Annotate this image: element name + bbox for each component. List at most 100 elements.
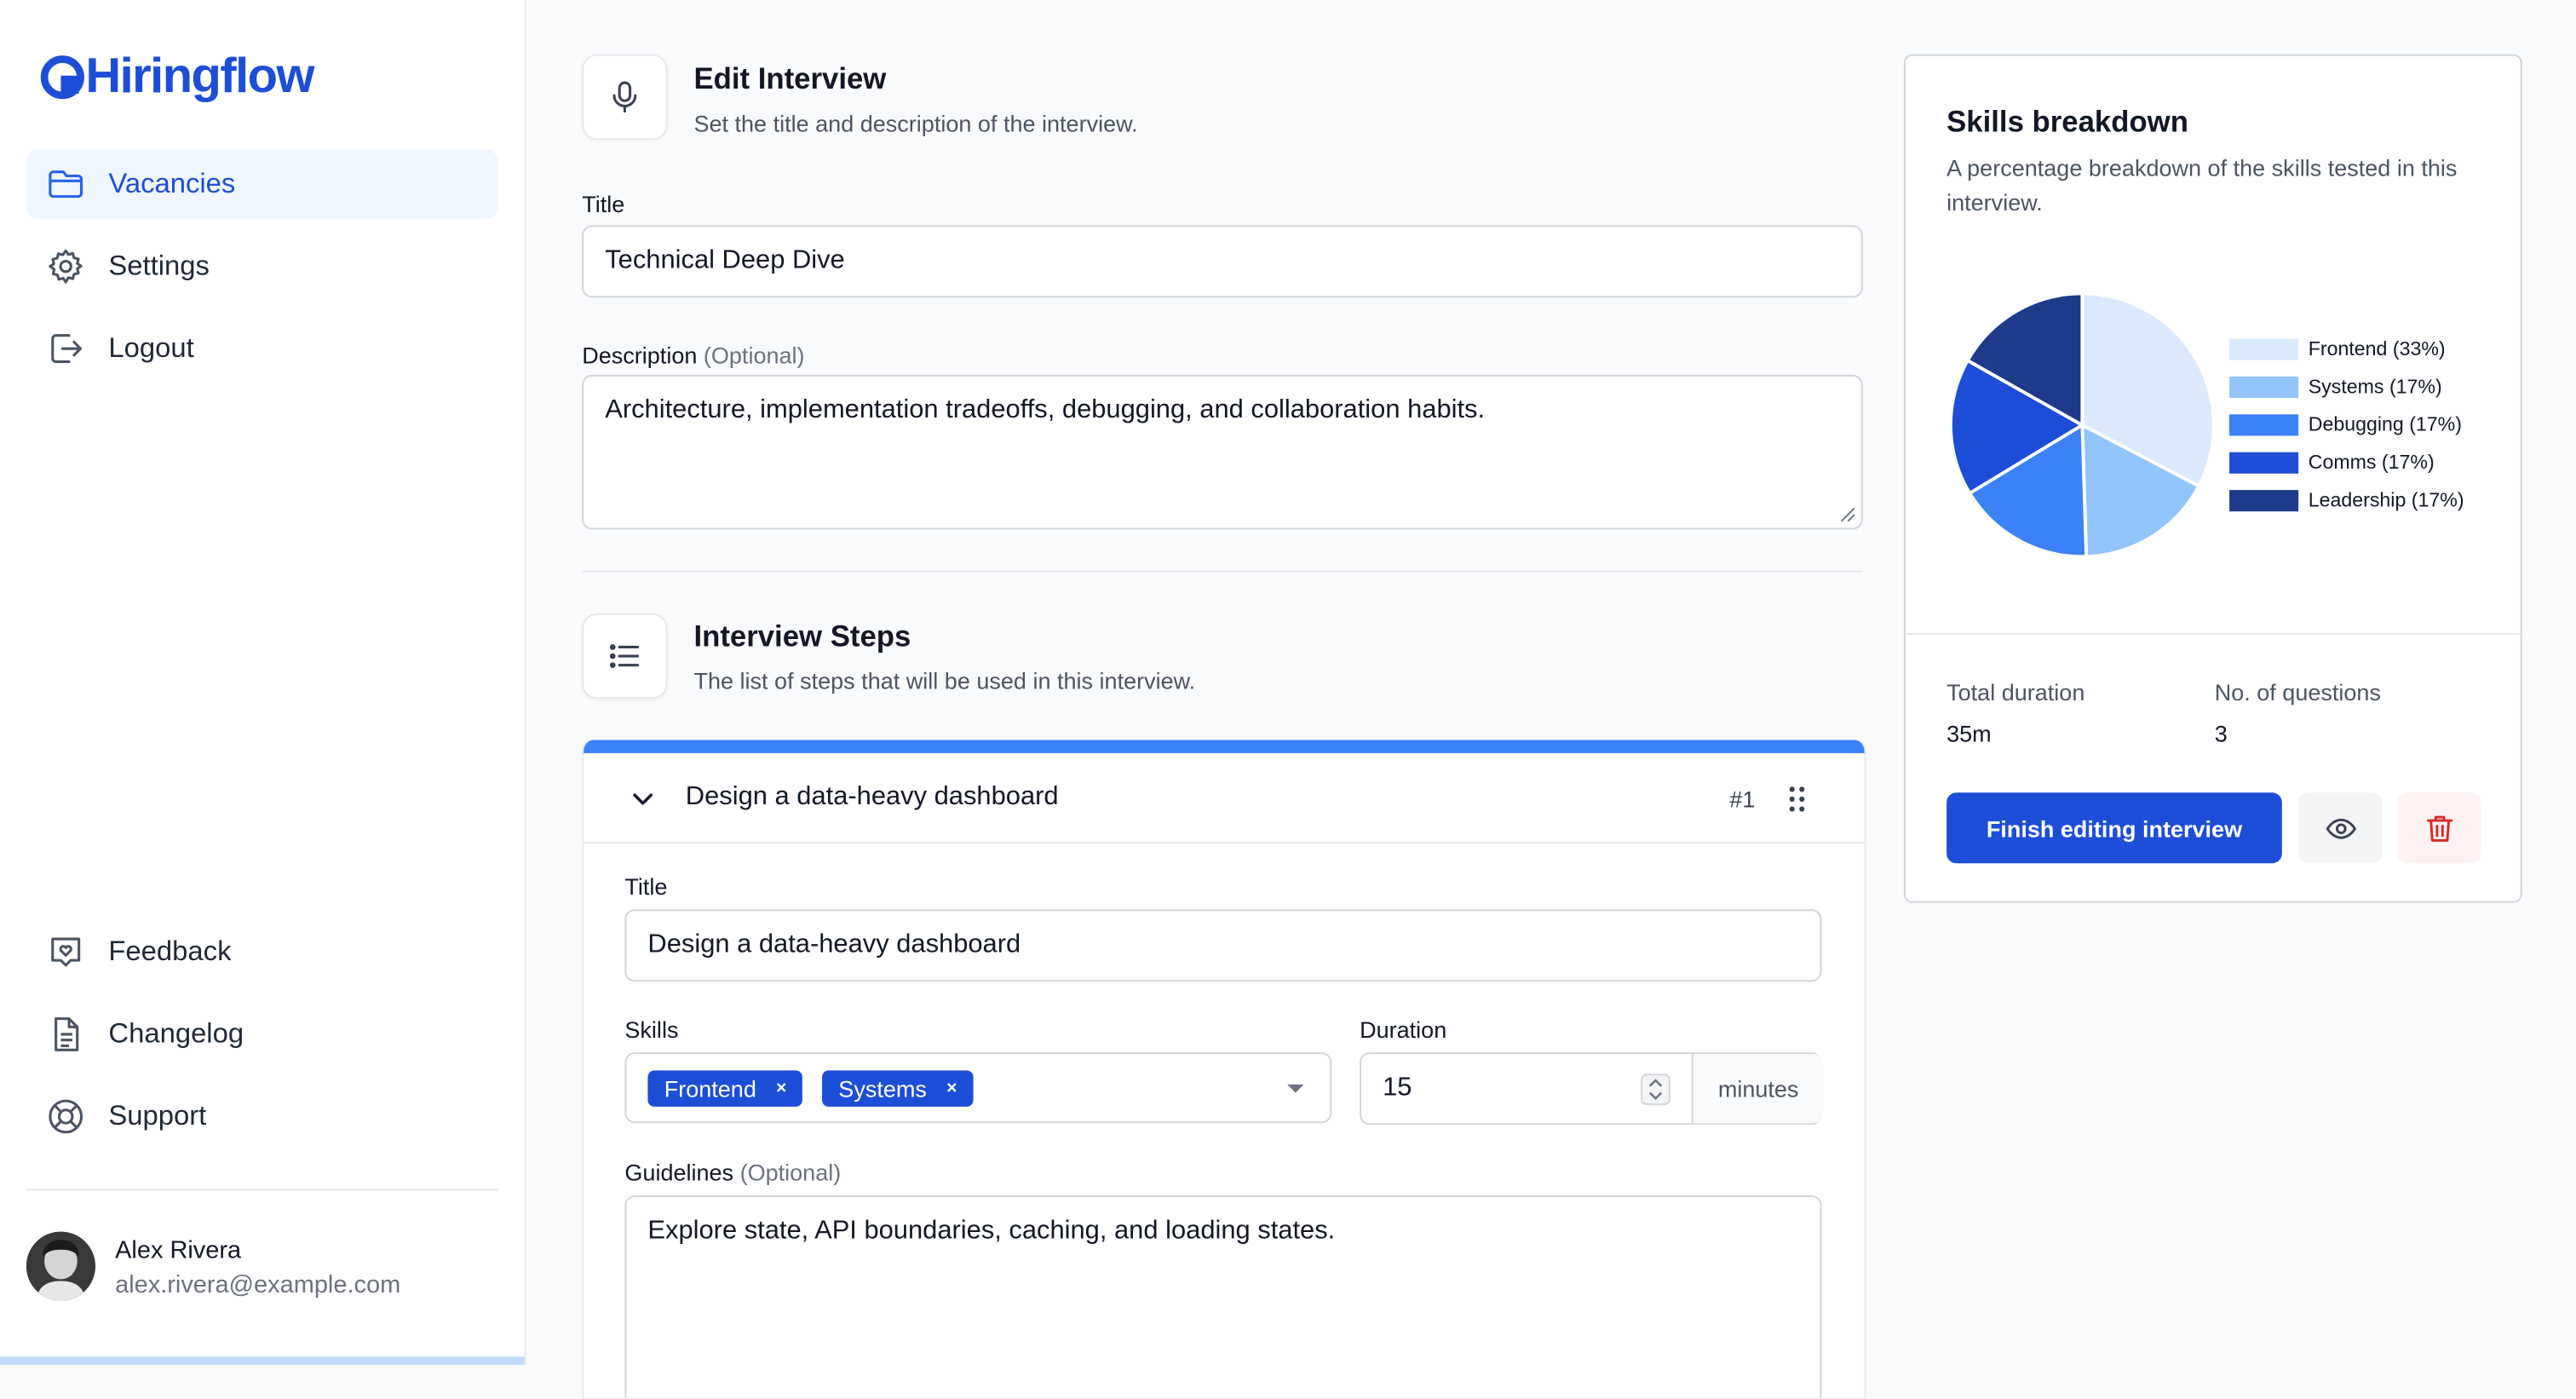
sidebar: Hiringflow Vacancies Settings Logout <box>0 0 526 1365</box>
nav-item-logout[interactable]: Logout <box>26 314 498 383</box>
interview-steps-icon-box <box>582 613 667 699</box>
step-accent-bar <box>584 740 1864 753</box>
duration-label: Duration <box>1360 1016 1446 1043</box>
feedback-icon <box>46 932 85 971</box>
legend-label: Leadership (17%) <box>2309 488 2464 511</box>
nav-item-support[interactable]: Support <box>26 1082 498 1151</box>
duration-unit-addon: minutes <box>1692 1054 1823 1123</box>
step-title-label: Title <box>624 873 667 900</box>
total-duration-label: Total duration <box>1946 679 2084 705</box>
nav-label-settings: Settings <box>108 250 210 283</box>
dropdown-caret-icon[interactable] <box>1285 1082 1305 1095</box>
legend-label: Frontend (33%) <box>2309 337 2446 360</box>
edit-interview-heading: Edit Interview <box>693 62 886 97</box>
skills-breakdown-panel: Skills breakdown A percentage breakdown … <box>1904 55 2522 903</box>
description-optional-text: (Optional) <box>704 342 805 368</box>
skills-label: Skills <box>624 1016 678 1043</box>
trash-icon <box>2423 811 2456 844</box>
guidelines-value: Explore state, API boundaries, caching, … <box>647 1217 1335 1245</box>
guidelines-optional-text: (Optional) <box>740 1160 842 1186</box>
user-name: Alex Rivera <box>115 1236 241 1264</box>
questions-count-value: 3 <box>2215 720 2228 746</box>
edit-interview-subheading: Set the title and description of the int… <box>693 110 1137 136</box>
section-divider <box>582 571 1862 573</box>
legend-label: Comms (17%) <box>2309 451 2435 474</box>
skill-tag-systems: Systems × <box>822 1070 974 1106</box>
user-email: alex.rivera@example.com <box>115 1271 400 1299</box>
step-header-divider <box>584 842 1864 843</box>
skills-breakdown-title: Skills breakdown <box>1946 106 2188 141</box>
legend-swatch <box>2229 489 2298 510</box>
description-value: Architecture, implementation tradeoffs, … <box>605 396 1485 424</box>
step-card: Design a data-heavy dashboard #1 Title D… <box>582 740 1866 1399</box>
nav-label-changelog: Changelog <box>108 1018 244 1051</box>
duration-input[interactable]: 15 <box>1383 1074 1412 1103</box>
brand-name: Hiringflow <box>85 49 313 106</box>
number-stepper-icon[interactable] <box>1641 1074 1670 1105</box>
title-label: Title <box>582 191 624 217</box>
document-icon <box>46 1015 85 1054</box>
nav-item-changelog[interactable]: Changelog <box>26 999 498 1068</box>
step-header-title: Design a data-heavy dashboard <box>686 783 1059 813</box>
legend-item-leadership: Leadership (17%) <box>2229 488 2464 511</box>
list-icon <box>607 638 642 674</box>
questions-count-label: No. of questions <box>2215 679 2381 705</box>
step-title-input[interactable]: Design a data-heavy dashboard <box>624 909 1821 982</box>
sidebar-progress-bar <box>0 1356 525 1365</box>
gear-icon <box>46 247 85 286</box>
duration-field: 15 minutes <box>1360 1052 1821 1125</box>
guidelines-textarea[interactable]: Explore state, API boundaries, caching, … <box>624 1195 1821 1399</box>
interview-steps-subheading: The list of steps that will be used in t… <box>693 668 1195 694</box>
legend-swatch <box>2229 338 2298 360</box>
nav-label-support: Support <box>108 1100 206 1133</box>
legend-item-comms: Comms (17%) <box>2229 451 2435 474</box>
chevron-down-icon[interactable] <box>630 786 656 813</box>
edit-interview-icon-box <box>582 55 667 140</box>
legend-item-frontend: Frontend (33%) <box>2229 337 2446 360</box>
legend-label: Systems (17%) <box>2309 375 2442 398</box>
finish-editing-button[interactable]: Finish editing interview <box>1946 792 2282 863</box>
remove-tag-icon[interactable]: × <box>946 1079 957 1098</box>
eye-icon <box>2324 811 2357 844</box>
step-number: #1 <box>1729 786 1755 813</box>
description-label: Description (Optional) <box>582 342 804 368</box>
preview-button[interactable] <box>2298 792 2382 863</box>
skills-breakdown-subtitle: A percentage breakdown of the skills tes… <box>1946 152 2489 221</box>
description-label-text: Description <box>582 342 697 368</box>
description-textarea[interactable]: Architecture, implementation tradeoffs, … <box>582 375 1862 529</box>
nav-label-logout: Logout <box>108 332 193 366</box>
nav-label-feedback: Feedback <box>108 936 231 969</box>
skills-pie-chart <box>1946 290 2217 561</box>
nav-label-vacancies: Vacancies <box>108 168 235 201</box>
skills-multiselect[interactable]: Frontend × Systems × <box>624 1052 1331 1123</box>
hiringflow-logo-icon <box>39 55 85 101</box>
folder-icon <box>46 164 85 204</box>
total-duration-value: 35m <box>1946 720 1992 746</box>
interview-steps-heading: Interview Steps <box>693 620 911 655</box>
legend-swatch <box>2229 376 2298 397</box>
guidelines-label: Guidelines (Optional) <box>624 1160 841 1186</box>
nav-item-settings[interactable]: Settings <box>26 232 498 301</box>
logout-icon <box>46 329 85 368</box>
panel-divider <box>1906 633 2521 635</box>
nav-item-feedback[interactable]: Feedback <box>26 918 498 987</box>
avatar[interactable] <box>26 1232 95 1301</box>
lifebuoy-icon <box>46 1097 85 1136</box>
skill-tag-label: Frontend <box>664 1075 756 1102</box>
delete-button[interactable] <box>2397 792 2481 863</box>
legend-item-systems: Systems (17%) <box>2229 375 2442 398</box>
title-input-value: Technical Deep Dive <box>605 247 845 277</box>
title-input[interactable]: Technical Deep Dive <box>582 225 1862 297</box>
nav-item-vacancies[interactable]: Vacancies <box>26 150 498 219</box>
user-photo-icon <box>26 1232 95 1301</box>
legend-swatch <box>2229 413 2298 435</box>
microphone-icon <box>607 79 642 115</box>
brand-logo[interactable]: Hiringflow <box>39 49 313 106</box>
skill-tag-frontend: Frontend × <box>647 1070 802 1106</box>
resize-handle-icon[interactable] <box>1838 505 1856 523</box>
drag-handle-icon[interactable] <box>1785 785 1808 815</box>
sidebar-divider <box>26 1189 498 1190</box>
step-title-input-value: Design a data-heavy dashboard <box>647 930 1021 960</box>
guidelines-label-text: Guidelines <box>624 1160 733 1186</box>
remove-tag-icon[interactable]: × <box>776 1079 786 1098</box>
